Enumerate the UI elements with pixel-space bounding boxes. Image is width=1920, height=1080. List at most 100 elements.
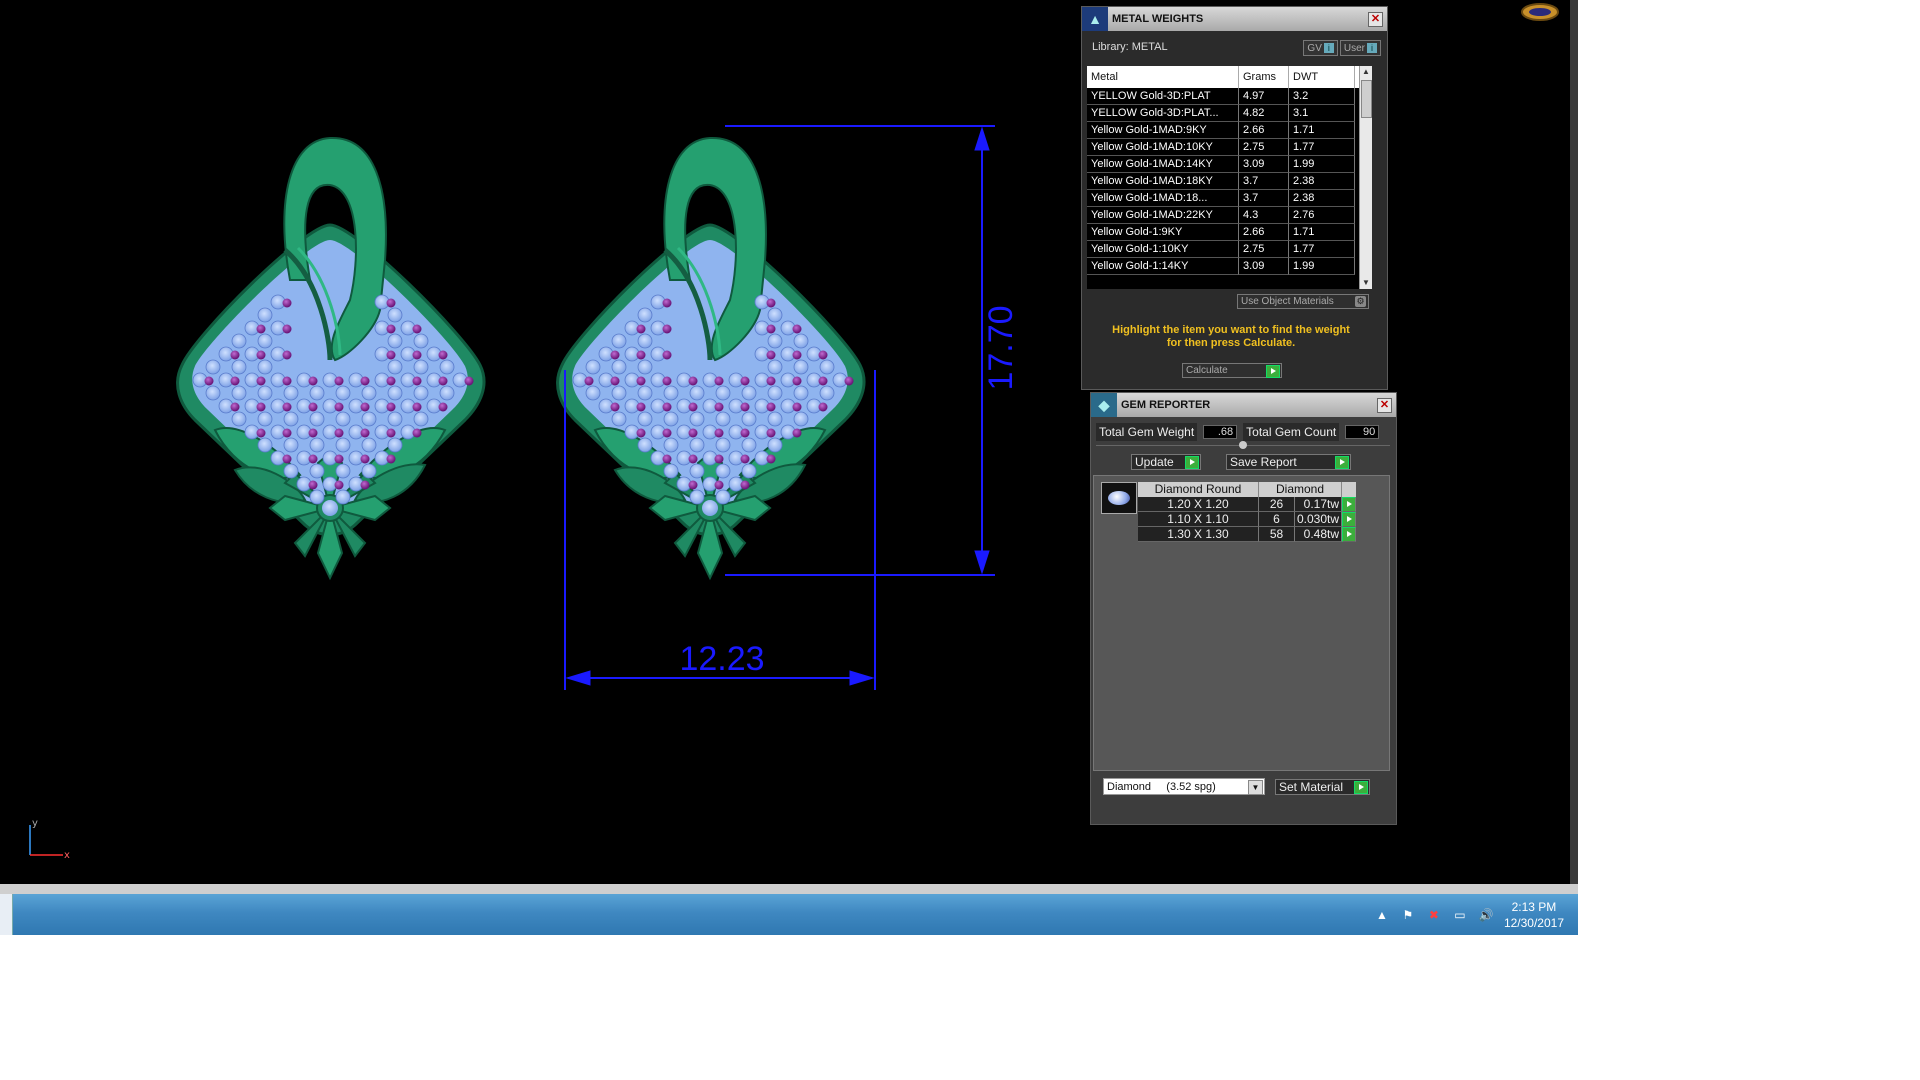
play-icon[interactable] (1342, 512, 1356, 527)
close-icon[interactable]: ✕ (1368, 12, 1383, 27)
metal-row[interactable]: Yellow Gold-1MAD:22KY 4.3 2.76 (1087, 207, 1370, 224)
diamond-stone (819, 385, 835, 401)
splitter-handle[interactable] (1239, 441, 1247, 449)
network-icon[interactable]: ▭ (1452, 907, 1468, 923)
security-alert-icon[interactable]: ✖ (1426, 907, 1442, 923)
play-icon[interactable] (1342, 527, 1356, 542)
diamond-stone (309, 437, 325, 453)
amethyst-stone (386, 454, 396, 464)
metal-cell-dwt: 1.77 (1289, 241, 1355, 258)
diamond-stone (741, 411, 757, 427)
gv-button[interactable]: GV i (1303, 40, 1338, 56)
metal-row[interactable]: Yellow Gold-1MAD:18KY 3.7 2.38 (1087, 173, 1370, 190)
amethyst-stone (438, 402, 448, 412)
amethyst-stone (204, 376, 214, 386)
diamond-stone (439, 359, 455, 375)
taskbar: ▲ ⚑ ✖ ▭ 🔊 2:13 PM 12/30/2017 (0, 894, 1578, 935)
metal-cell-metal: YELLOW Gold-3D:PLAT... (1087, 105, 1239, 122)
scroll-thumb[interactable] (1361, 80, 1372, 118)
amethyst-stone (282, 454, 292, 464)
metal-weights-panel: ▲ METAL WEIGHTS ✕ Library: METAL GV i Use… (1081, 6, 1388, 390)
gem-row[interactable]: 1.10 X 1.10 6 0.030tw (1138, 512, 1356, 527)
gem-row[interactable]: 1.30 X 1.30 58 0.48tw (1138, 527, 1356, 542)
user-button[interactable]: User i (1339, 40, 1381, 56)
amethyst-stone (792, 376, 802, 386)
amethyst-stone (818, 402, 828, 412)
metal-weights-logo-icon: ▲ (1082, 7, 1108, 31)
use-object-materials-button[interactable]: Use Object Materials ⚙ (1237, 294, 1369, 309)
diamond-stone (663, 411, 679, 427)
diamond-stone (309, 385, 325, 401)
amethyst-stone (636, 350, 646, 360)
amethyst-stone (282, 324, 292, 334)
diamond-stone (715, 411, 731, 427)
gem-reporter-titlebar[interactable]: ◆ GEM REPORTER ✕ (1091, 393, 1396, 417)
clock[interactable]: 2:13 PM 12/30/2017 (1504, 899, 1564, 931)
start-button[interactable] (0, 894, 13, 935)
diamond-stone (335, 411, 351, 427)
amethyst-stone (386, 350, 396, 360)
set-material-button[interactable]: Set Material (1275, 778, 1370, 795)
diamond-stone (715, 463, 731, 479)
amethyst-stone (412, 350, 422, 360)
amethyst-stone (766, 350, 776, 360)
chevron-down-icon[interactable]: ▼ (1248, 780, 1263, 795)
metal-row[interactable]: Yellow Gold-1MAD:10KY 2.75 1.77 (1087, 139, 1370, 156)
dimension-horizontal-label: 12.23 (679, 640, 764, 678)
column-header-metal[interactable]: Metal (1087, 66, 1239, 88)
metal-row[interactable]: Yellow Gold-1MAD:18... 3.7 2.38 (1087, 190, 1370, 207)
calculate-hint: Highlight the item you want to find the … (1090, 324, 1372, 350)
amethyst-stone (360, 376, 370, 386)
scroll-up-icon[interactable]: ▲ (1360, 66, 1372, 78)
amethyst-stone (662, 350, 672, 360)
amethyst-stone (766, 376, 776, 386)
play-icon (1335, 456, 1349, 469)
gem-cell-count: 6 (1259, 512, 1295, 527)
amethyst-stone (386, 402, 396, 412)
metal-row[interactable]: Yellow Gold-1:9KY 2.66 1.71 (1087, 224, 1370, 241)
metal-row[interactable]: Yellow Gold-1:10KY 2.75 1.77 (1087, 241, 1370, 258)
gem-cell-count: 26 (1259, 497, 1295, 512)
diamond-stone (637, 385, 653, 401)
diamond-stone (257, 359, 273, 375)
metal-row[interactable]: Yellow Gold-1MAD:14KY 3.09 1.99 (1087, 156, 1370, 173)
gem-list[interactable]: Diamond Round Diamond 1.20 X 1.20 26 0.17t… (1093, 475, 1390, 771)
amethyst-stone (662, 376, 672, 386)
amethyst-stone (688, 428, 698, 438)
metal-cell-metal: Yellow Gold-1MAD:18... (1087, 190, 1239, 207)
column-header-grams[interactable]: Grams (1239, 66, 1289, 88)
metal-weights-titlebar[interactable]: ▲ METAL WEIGHTS ✕ (1082, 7, 1387, 31)
app-logo-icon[interactable] (1521, 3, 1559, 21)
metal-table[interactable]: Metal Grams DWT YELLOW Gold-3D:PLAT 4.97 3… (1087, 66, 1370, 289)
show-hidden-icons-icon[interactable]: ▲ (1374, 907, 1390, 923)
diamond-stone (741, 385, 757, 401)
axis-gizmo (29, 825, 63, 856)
update-button[interactable]: Update (1131, 454, 1201, 470)
close-icon[interactable]: ✕ (1377, 398, 1392, 413)
metal-cell-dwt: 3.1 (1289, 105, 1355, 122)
metal-table-scrollbar[interactable]: ▲ ▼ (1359, 66, 1372, 289)
play-icon (1354, 780, 1368, 794)
amethyst-stone (256, 376, 266, 386)
play-icon[interactable] (1342, 497, 1356, 512)
metal-row[interactable]: Yellow Gold-1:14KY 3.09 1.99 (1087, 258, 1370, 275)
metal-row[interactable]: YELLOW Gold-3D:PLAT 4.97 3.2 (1087, 88, 1370, 105)
diamond-stone (335, 385, 351, 401)
metal-row[interactable]: YELLOW Gold-3D:PLAT... 4.82 3.1 (1087, 105, 1370, 122)
action-center-flag-icon[interactable]: ⚑ (1400, 907, 1416, 923)
scroll-down-icon[interactable]: ▼ (1360, 277, 1372, 289)
diamond-stone (611, 333, 627, 349)
diamond-stone (637, 411, 653, 427)
material-select[interactable]: Diamond (3.52 spg) ▼ (1103, 778, 1265, 795)
diamond-stone (309, 489, 325, 505)
amethyst-stone (584, 376, 594, 386)
save-report-button[interactable]: Save Report (1226, 454, 1351, 470)
gem-totals: Total Gem Weight .68 Total Gem Count 90 (1096, 423, 1380, 441)
gem-row[interactable]: 1.20 X 1.20 26 0.17tw (1138, 497, 1356, 512)
volume-icon[interactable]: 🔊 (1478, 907, 1494, 923)
calculate-button[interactable]: Calculate (1182, 363, 1282, 378)
metal-row[interactable]: Yellow Gold-1MAD:9KY 2.66 1.71 (1087, 122, 1370, 139)
diamond-round-icon[interactable] (1101, 482, 1137, 514)
diamond-stone (413, 359, 429, 375)
column-header-dwt[interactable]: DWT (1289, 66, 1355, 88)
